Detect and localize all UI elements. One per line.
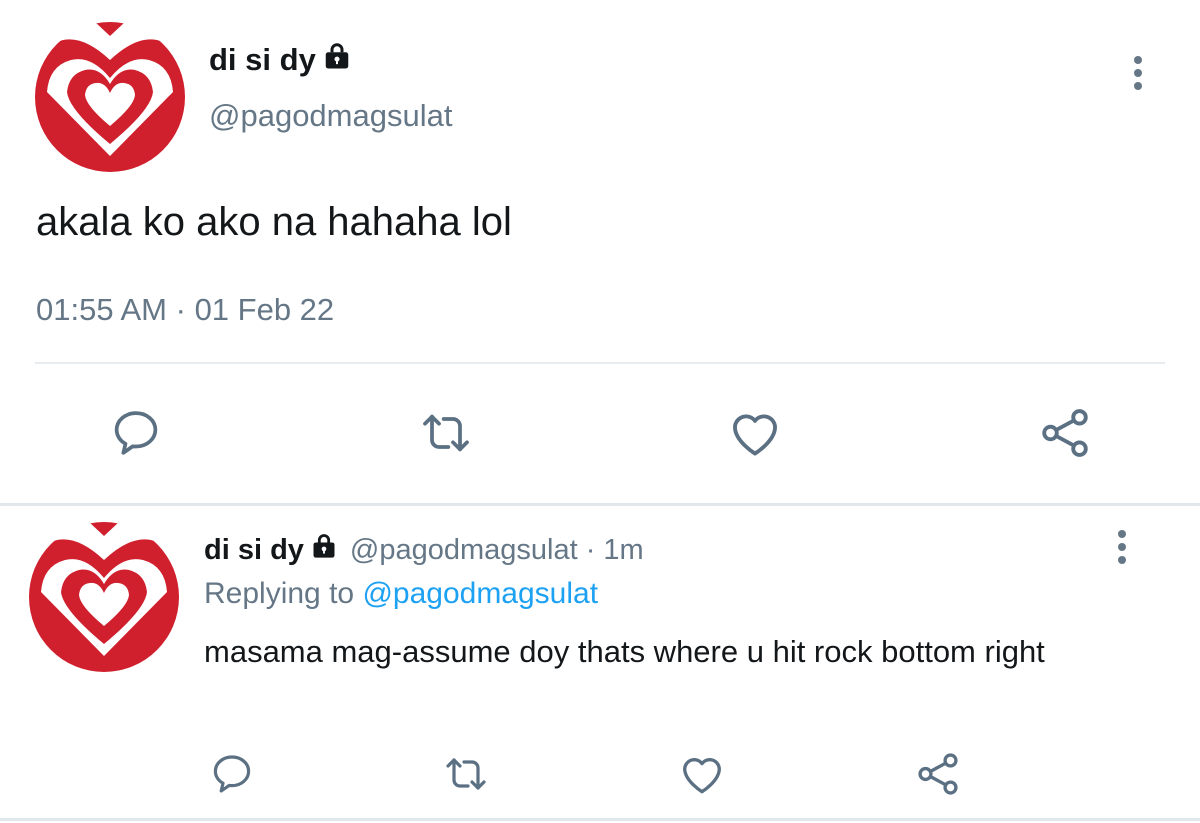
heart-icon bbox=[683, 758, 721, 794]
more-options-button[interactable] bbox=[1133, 56, 1143, 90]
replying-prefix: Replying to bbox=[204, 577, 355, 610]
reply-author-name[interactable]: di si dy bbox=[204, 534, 304, 567]
reply-age: 1m bbox=[603, 533, 644, 566]
author-handle[interactable]: @pagodmagsulat bbox=[209, 98, 452, 134]
comment-icon bbox=[114, 411, 158, 455]
like-button[interactable] bbox=[676, 748, 728, 800]
replying-to-line: Replying to @pagodmagsulat bbox=[204, 577, 598, 611]
bottom-divider bbox=[0, 818, 1200, 821]
share-icon bbox=[1042, 409, 1088, 457]
tweet-text: akala ko ako na hahaha lol bbox=[36, 200, 512, 244]
comment-icon bbox=[213, 755, 251, 793]
tweet-timestamp[interactable]: 01:55 AM · 01 Feb 22 bbox=[36, 292, 334, 328]
reply-more-options-button[interactable] bbox=[1117, 530, 1127, 564]
lock-icon bbox=[310, 532, 338, 568]
reply-avatar[interactable] bbox=[29, 522, 179, 672]
vertical-ellipsis-icon bbox=[1118, 530, 1126, 538]
section-divider bbox=[0, 503, 1200, 506]
share-button[interactable] bbox=[1035, 403, 1095, 463]
tweet-date: 01 Feb 22 bbox=[194, 292, 335, 327]
reply-text: masama mag-assume doy thats where u hit … bbox=[204, 634, 1045, 669]
red-heart-chevron-logo bbox=[29, 522, 179, 672]
reply-button[interactable] bbox=[206, 748, 258, 800]
reply-author-row[interactable]: di si dy @pagodmagsulat · 1m bbox=[204, 530, 644, 570]
retweet-icon bbox=[423, 414, 469, 452]
share-icon bbox=[918, 753, 958, 795]
heart-icon bbox=[733, 414, 777, 456]
retweet-button[interactable] bbox=[440, 748, 492, 800]
vertical-ellipsis-icon bbox=[1134, 56, 1142, 64]
author-name[interactable]: di si dy bbox=[209, 42, 316, 78]
retweet-button[interactable] bbox=[416, 403, 476, 463]
reply-author-handle[interactable]: @pagodmagsulat bbox=[350, 534, 578, 567]
reply-button[interactable] bbox=[106, 403, 166, 463]
retweet-icon bbox=[446, 758, 486, 790]
tweet-time: 01:55 AM bbox=[36, 292, 167, 327]
meta-separator: · bbox=[585, 533, 596, 566]
lock-icon bbox=[322, 41, 352, 79]
avatar[interactable] bbox=[35, 22, 185, 172]
divider bbox=[35, 362, 1165, 364]
replying-to-link[interactable]: @pagodmagsulat bbox=[362, 577, 598, 610]
share-button[interactable] bbox=[912, 748, 964, 800]
author-name-row[interactable]: di si dy bbox=[209, 40, 352, 80]
like-button[interactable] bbox=[725, 403, 785, 463]
red-heart-chevron-logo bbox=[35, 22, 185, 172]
meta-separator: · bbox=[175, 292, 186, 327]
